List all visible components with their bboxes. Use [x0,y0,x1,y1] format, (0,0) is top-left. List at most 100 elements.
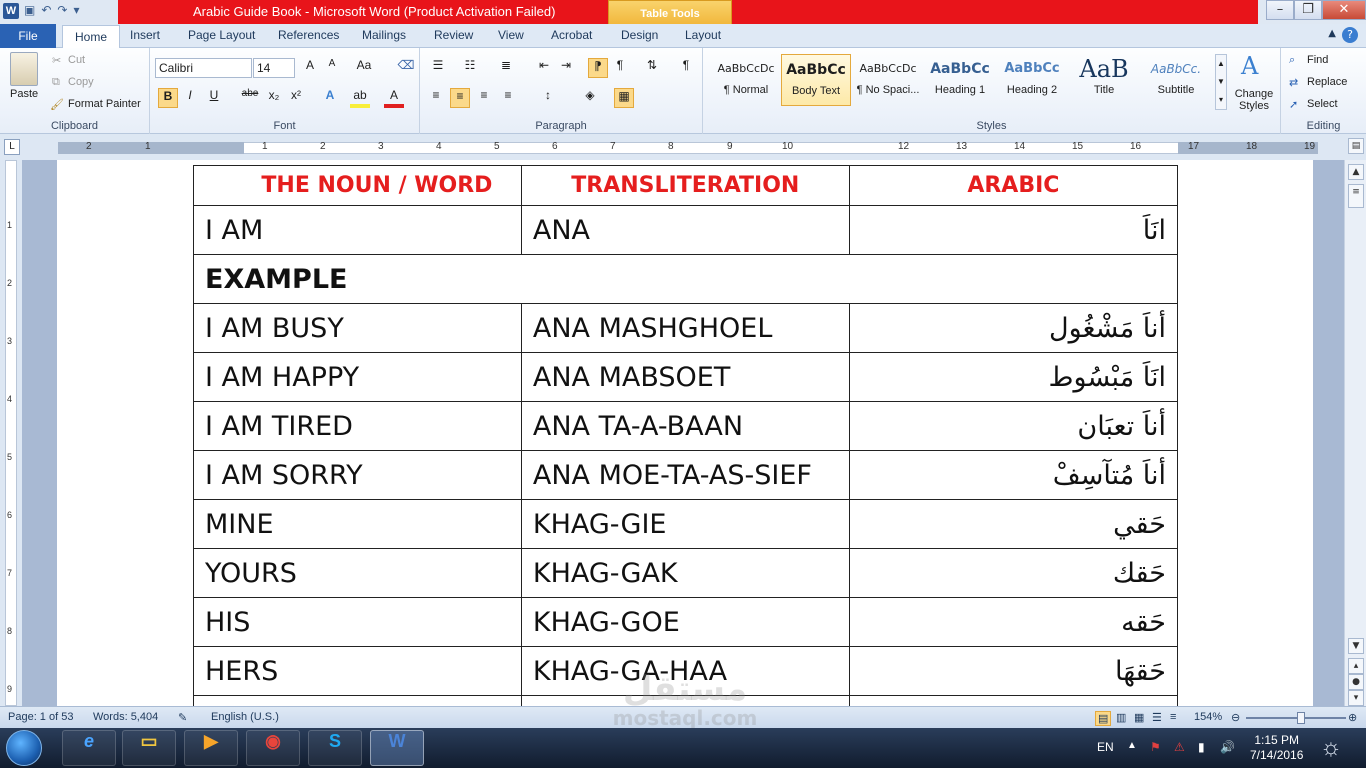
word-cell[interactable]: HIS [193,597,522,647]
proofing-icon[interactable]: ✎ [178,711,187,724]
transliteration-cell[interactable]: ANA MASHGHOEL [520,303,850,353]
arabic-cell[interactable]: أناَ مَشْغُول [848,303,1179,353]
scroll-down-button[interactable]: ▼ [1348,638,1364,654]
word-taskbar-icon[interactable]: W [370,730,424,766]
outline-icon[interactable]: ☰ [1152,711,1162,724]
styles-scroll-icon[interactable]: ▲ ▼ ▾ [1215,54,1227,110]
justify-icon[interactable]: ≡ [498,88,518,108]
restore-button[interactable]: ❐ [1294,0,1322,20]
redo-icon[interactable]: ↷ [57,3,67,17]
skype-icon[interactable]: S [308,730,362,766]
shading-icon[interactable]: ◈ [580,88,600,108]
transliteration-cell[interactable]: KHAG-GAK [520,548,850,598]
clear-formatting-icon[interactable]: ⌫ [396,58,416,78]
text-effects-button[interactable]: A [320,88,340,108]
vertical-scrollbar[interactable]: ▤ ▲ ≡ ▼ ▴ ● ▾ [1344,138,1366,706]
minimize-button[interactable]: – [1266,0,1294,20]
language-bar[interactable]: EN [1097,740,1114,754]
language-indicator[interactable]: English (U.S.) [211,711,279,723]
select-button[interactable]: Select [1307,98,1338,110]
arabic-cell[interactable]: انَاَ [848,205,1179,255]
grow-font-button[interactable]: A [300,58,320,78]
tab-file[interactable]: File [0,24,56,48]
zoom-slider-thumb[interactable] [1297,712,1305,724]
chrome-icon[interactable]: ◉ [246,730,300,766]
arabic-cell[interactable]: حَقك [848,548,1179,598]
decrease-indent-icon[interactable]: ⇤ [534,58,554,78]
align-right-icon[interactable]: ≡ [474,88,494,108]
line-spacing-icon[interactable]: ↕ [538,88,558,108]
volume-icon[interactable]: 🔊 [1220,740,1235,754]
previous-page-icon[interactable]: ▴ [1348,658,1364,674]
font-size-box[interactable]: 14 [253,58,295,78]
section-cell[interactable]: EXAMPLE [193,254,1178,304]
cut-button[interactable]: Cut [68,54,85,66]
show-hidden-icons-icon[interactable]: ▲ [1127,740,1137,751]
replace-button[interactable]: Replace [1307,76,1347,88]
zoom-slider-track[interactable] [1246,717,1346,719]
word-app-icon[interactable]: W [3,3,19,19]
arabic-cell[interactable]: حَقه [848,597,1179,647]
style-normal[interactable]: AaBbCcDc ¶ Normal [711,54,781,106]
tab-references[interactable]: References [278,28,339,42]
minimize-ribbon-icon[interactable]: ▲ [1328,28,1336,39]
transliteration-cell[interactable]: ANA TA-A-BAAN [520,401,850,451]
word-cell[interactable]: I AM SORRY [193,450,522,500]
page-count[interactable]: Page: 1 of 53 [8,711,73,723]
font-color-button[interactable]: A [384,88,404,108]
ltr-direction-icon[interactable]: ⁋ [588,58,608,78]
change-case-button[interactable]: Aa [354,58,374,78]
undo-icon[interactable]: ↶ [41,3,51,17]
find-button[interactable]: Find [1307,54,1328,66]
header-cell-arabic[interactable]: ARABIC [848,165,1179,206]
tab-mailings[interactable]: Mailings [362,28,406,42]
rtl-direction-icon[interactable]: ¶ [610,58,630,78]
help-icon[interactable]: ? [1342,27,1358,43]
next-page-icon[interactable]: ▾ [1348,690,1364,706]
horizontal-ruler[interactable]: L 2 1 1 2 3 4 5 6 7 8 9 10 12 13 14 15 1… [0,134,1366,160]
zoom-level[interactable]: 154% [1194,711,1222,723]
align-left-icon[interactable]: ≡ [426,88,446,108]
word-count[interactable]: Words: 5,404 [93,711,158,723]
copy-button[interactable]: Copy [68,76,94,88]
zoom-out-icon[interactable]: ⊖ [1231,711,1240,724]
paste-button[interactable]: Paste [10,88,38,100]
tab-design[interactable]: Design [621,28,658,42]
tab-selector-icon[interactable]: L [4,139,20,155]
bullets-icon[interactable]: ☰ [428,58,448,78]
change-styles-button[interactable]: Change Styles [1233,88,1275,112]
arabic-cell[interactable]: أناَ تعبَان [848,401,1179,451]
style-subtitle[interactable]: AaBbCc. Subtitle [1141,54,1211,106]
tab-home[interactable]: Home [62,25,121,49]
web-layout-icon[interactable]: ▦ [1134,711,1144,724]
tab-insert[interactable]: Insert [130,28,160,42]
start-button-icon[interactable] [6,730,42,766]
subscript-button[interactable]: x₂ [264,88,284,108]
word-cell[interactable]: I AM BUSY [193,303,522,353]
format-painter-button[interactable]: Format Painter [68,98,141,110]
word-cell[interactable]: YOURS [193,548,522,598]
italic-button[interactable]: I [180,88,200,108]
transliteration-cell[interactable]: KHAG-GIE [520,499,850,549]
word-cell[interactable]: I AM TIRED [193,401,522,451]
vertical-ruler[interactable]: 1 2 3 4 5 6 7 8 9 [0,160,22,706]
transliteration-cell[interactable]: ANA MOE-TA-AS-SIEF [520,450,850,500]
update-alert-icon[interactable]: ⚠ [1174,740,1185,754]
style-no-spacing[interactable]: AaBbCcDc ¶ No Spaci... [853,54,923,106]
media-player-icon[interactable]: ▶ [184,730,238,766]
header-cell-transliteration[interactable]: TRANSLITERATION [520,165,850,206]
save-icon[interactable]: ▣ [24,3,35,17]
style-heading-1[interactable]: AaBbCc Heading 1 [925,54,995,106]
arabic-cell-empty[interactable] [848,695,1179,706]
word-cell[interactable]: I AM [193,205,522,255]
increase-indent-icon[interactable]: ⇥ [556,58,576,78]
borders-icon[interactable]: ▦ [614,88,634,108]
vocabulary-table[interactable]: THE NOUN / WORD TRANSLITERATION ARABIC I… [193,165,1179,706]
draft-icon[interactable]: ≡ [1170,711,1176,723]
word-cell[interactable]: MINE [193,499,522,549]
underline-button[interactable]: U [204,88,224,108]
scroll-thumb[interactable]: ≡ [1348,184,1364,208]
shrink-font-button[interactable]: A [322,58,342,78]
highlight-button[interactable]: ab [350,88,370,108]
strikethrough-button[interactable]: abe [240,88,260,108]
